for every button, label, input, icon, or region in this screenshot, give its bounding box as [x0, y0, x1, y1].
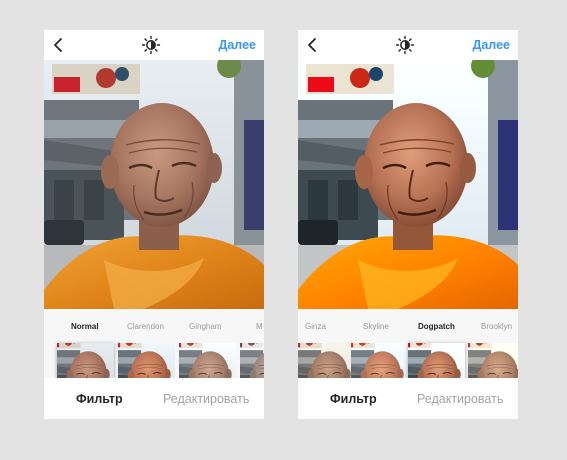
phone-screen-normal: Далее Normal Clarendon Gingham M Фильтр … — [44, 30, 264, 419]
sun-adjust-icon — [395, 35, 415, 55]
lux-button[interactable] — [395, 35, 415, 55]
tab-edit[interactable]: Редактировать — [417, 392, 503, 406]
sun-adjust-icon — [141, 35, 161, 55]
filter-label-gingham[interactable]: Gingham — [189, 322, 221, 331]
next-button[interactable]: Далее — [218, 38, 256, 52]
chevron-left-icon — [308, 38, 316, 52]
back-button[interactable] — [304, 36, 322, 54]
filter-label-normal[interactable]: Normal — [71, 322, 99, 331]
phone-screen-dogpatch: Далее Ginza Skyline Dogpatch Brooklyn Фи… — [298, 30, 518, 419]
bottom-tabs: Фильтр Редактировать — [44, 378, 264, 419]
filter-label-partial[interactable]: M — [256, 322, 263, 331]
top-bar: Далее — [44, 30, 264, 60]
tab-edit[interactable]: Редактировать — [163, 392, 249, 406]
photo-preview — [44, 60, 264, 309]
tab-filter[interactable]: Фильтр — [76, 392, 123, 406]
photo-preview — [298, 60, 518, 309]
chevron-left-icon — [54, 38, 62, 52]
filter-label-skyline[interactable]: Skyline — [363, 322, 389, 331]
filter-names: Ginza Skyline Dogpatch Brooklyn — [298, 322, 518, 336]
tab-filter[interactable]: Фильтр — [330, 392, 377, 406]
top-bar: Далее — [298, 30, 518, 60]
lux-button[interactable] — [141, 35, 161, 55]
filter-label-clarendon[interactable]: Clarendon — [127, 322, 164, 331]
filter-names: Normal Clarendon Gingham M — [44, 322, 264, 336]
filter-label-brooklyn[interactable]: Brooklyn — [481, 322, 512, 331]
stage: Далее Normal Clarendon Gingham M Фильтр … — [0, 0, 567, 460]
filter-label-ginza[interactable]: Ginza — [305, 322, 326, 331]
bottom-tabs: Фильтр Редактировать — [298, 378, 518, 419]
filter-label-dogpatch[interactable]: Dogpatch — [418, 322, 455, 331]
next-button[interactable]: Далее — [472, 38, 510, 52]
back-button[interactable] — [50, 36, 68, 54]
